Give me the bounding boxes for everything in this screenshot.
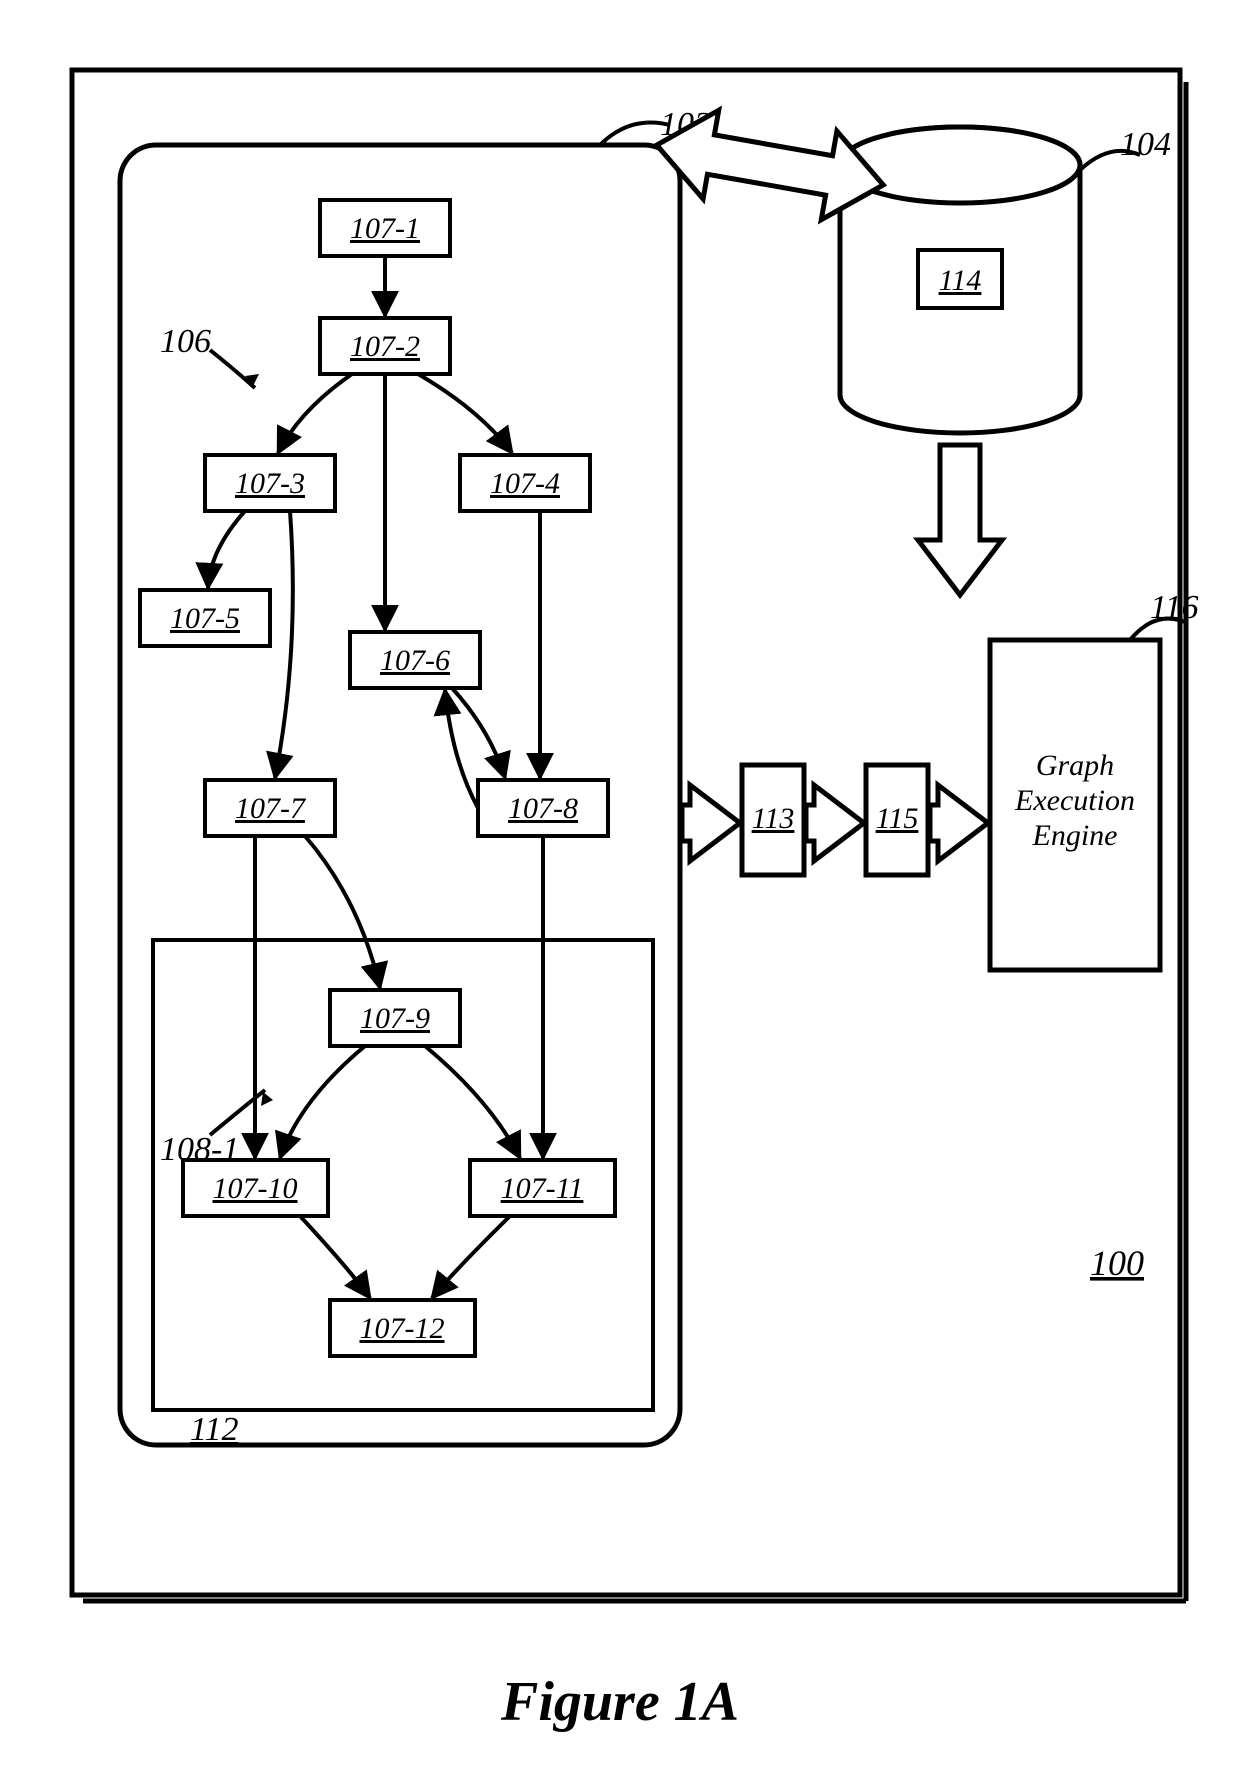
figure-1a: 100 102 106 112 108-1 107-1 107-2 107-3 … [0,0,1240,1792]
svg-text:Graph: Graph [1036,749,1114,782]
svg-text:107-2: 107-2 [350,330,420,363]
svg-text:107-6: 107-6 [380,644,450,677]
node-107-9: 107-9 [330,990,460,1046]
node-107-8: 107-8 [478,780,608,836]
svg-text:107-4: 107-4 [490,467,560,500]
svg-text:107-7: 107-7 [235,792,307,825]
node-107-4: 107-4 [460,455,590,511]
svg-text:107-8: 107-8 [508,792,578,825]
node-107-1: 107-1 [320,200,450,256]
svg-text:107-1: 107-1 [350,212,420,245]
svg-text:107-5: 107-5 [170,602,240,635]
svg-text:107-11: 107-11 [501,1172,584,1205]
node-107-12: 107-12 [330,1300,475,1356]
svg-text:107-12: 107-12 [360,1312,445,1345]
svg-text:107-3: 107-3 [235,467,305,500]
engine-ref: 116 [1150,589,1198,626]
node-107-6: 107-6 [350,632,480,688]
compiler-b-ref: 115 [876,802,919,835]
figure-caption: Figure 1A [500,1671,739,1733]
svg-text:107-9: 107-9 [360,1002,430,1035]
node-107-2: 107-2 [320,318,450,374]
panel-102: 102 [120,106,711,1445]
subgraph-box-ref: 112 [190,1411,238,1448]
node-107-10: 107-10 [183,1160,328,1216]
node-107-7: 107-7 [205,780,335,836]
compiler-a-ref: 113 [752,802,795,835]
svg-text:Execution: Execution [1014,784,1135,817]
db-ref: 104 [1120,126,1171,163]
db-inner-ref: 114 [939,264,982,297]
node-107-11: 107-11 [470,1160,615,1216]
svg-text:Engine: Engine [1032,819,1118,852]
node-107-5: 107-5 [140,590,270,646]
svg-text:107-10: 107-10 [213,1172,298,1205]
system-ref: 100 [1090,1243,1144,1283]
node-107-3: 107-3 [205,455,335,511]
svg-text:106: 106 [160,323,211,360]
